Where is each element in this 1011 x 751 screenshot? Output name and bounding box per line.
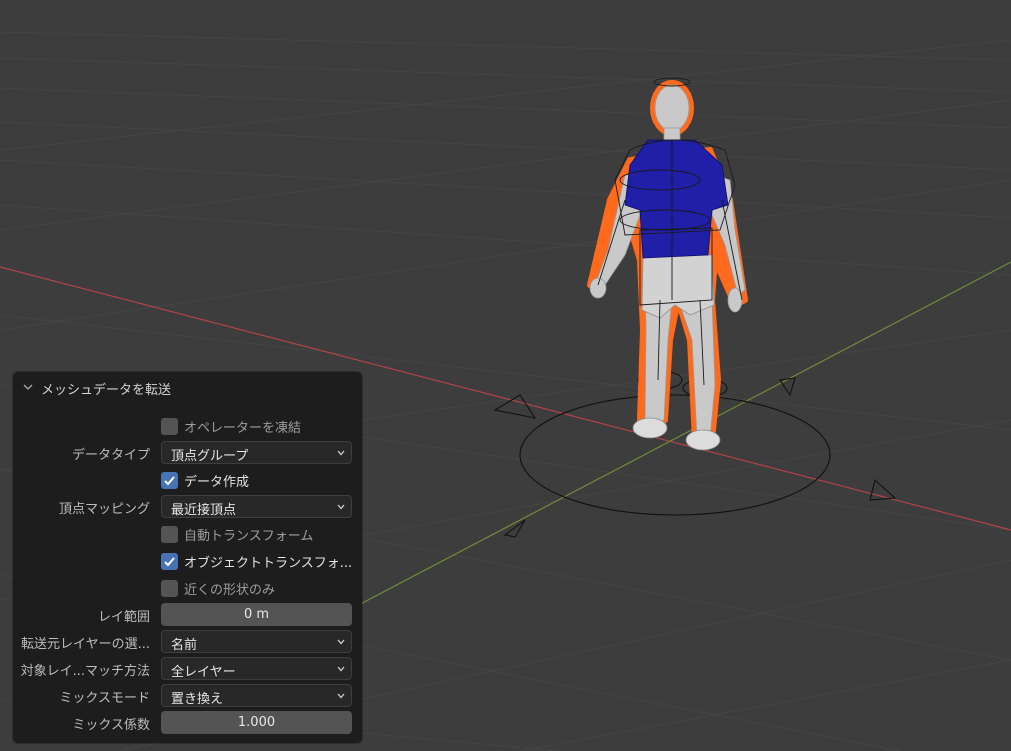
vertex-mapping-label: 頂点マッピング [58, 502, 150, 517]
vertex-mapping-row: 頂点マッピング 最近接頂点 [13, 494, 362, 518]
mix-factor-field[interactable]: 1.000 [161, 711, 352, 734]
layers-select-src-label: 転送元レイヤーの選... [20, 637, 150, 652]
layers-select-src-dropdown[interactable]: 名前 [161, 630, 352, 653]
layers-select-dst-dropdown[interactable]: 全レイヤー [161, 657, 352, 680]
object-transform-label: オブジェクトトランスフォ... [184, 555, 353, 571]
mix-factor-row: ミックス係数 1.000 [13, 710, 362, 734]
create-data-checkbox[interactable]: データ作成 [161, 470, 249, 490]
auto-transform-row: 自動トランスフォーム [13, 521, 362, 545]
layers-select-dst-value: 全レイヤー [171, 665, 236, 680]
check-icon [164, 556, 175, 566]
panel-title: メッシュデータを転送 [41, 383, 172, 398]
auto-transform-label: 自動トランスフォーム [184, 528, 314, 544]
create-data-row: データ作成 [13, 467, 362, 491]
operator-redo-panel: メッシュデータを転送 オペレーターを凍結 データタイプ 頂点グループ データ作成 [13, 372, 362, 743]
create-data-label: データ作成 [184, 474, 250, 490]
only-neighbor-geometry-label: 近くの形状のみ [184, 582, 276, 598]
object-transform-checkbox[interactable]: オブジェクトトランスフォ... [161, 551, 352, 571]
chevron-down-icon[interactable] [22, 381, 34, 393]
vertex-mapping-value: 最近接頂点 [171, 503, 237, 518]
auto-transform-checkbox[interactable]: 自動トランスフォーム [161, 524, 313, 544]
checkbox-box[interactable] [161, 579, 178, 597]
mix-mode-row: ミックスモード 置き換え [13, 683, 362, 707]
vertex-mapping-dropdown[interactable]: 最近接頂点 [161, 495, 352, 518]
freeze-operator-label: オペレーターを凍結 [184, 420, 302, 436]
checkbox-box[interactable] [161, 552, 178, 570]
ray-radius-row: レイ範囲 0 m [13, 602, 362, 626]
data-type-row: データタイプ 頂点グループ [13, 440, 362, 464]
checkbox-box[interactable] [161, 417, 178, 435]
data-type-dropdown[interactable]: 頂点グループ [161, 441, 352, 464]
only-neighbor-geometry-row: 近くの形状のみ [13, 575, 362, 599]
chevron-down-icon [337, 450, 345, 456]
check-icon [164, 475, 175, 485]
ray-radius-label: レイ範囲 [97, 610, 150, 625]
layers-select-dst-label: 対象レイ...マッチ方法 [20, 664, 150, 679]
freeze-operator-checkbox[interactable]: オペレーターを凍結 [161, 416, 301, 436]
layers-select-src-value: 名前 [171, 638, 198, 653]
mix-factor-label: ミックス係数 [72, 718, 150, 733]
mix-mode-dropdown[interactable]: 置き換え [161, 684, 352, 707]
layers-select-src-row: 転送元レイヤーの選... 名前 [13, 629, 362, 653]
checkbox-box[interactable] [161, 471, 178, 489]
chevron-down-icon [337, 666, 345, 672]
checkbox-box[interactable] [161, 525, 178, 543]
data-type-label: データタイプ [71, 448, 150, 463]
only-neighbor-geometry-checkbox[interactable]: 近くの形状のみ [161, 578, 275, 598]
mix-mode-label: ミックスモード [59, 691, 150, 706]
chevron-down-icon [337, 504, 345, 510]
layers-select-dst-row: 対象レイ...マッチ方法 全レイヤー [13, 656, 362, 680]
freeze-operator-row: オペレーターを凍結 [13, 413, 362, 437]
chevron-down-icon [337, 693, 345, 699]
data-type-value: 頂点グループ [171, 449, 249, 464]
mix-mode-value: 置き換え [171, 692, 224, 707]
object-transform-row: オブジェクトトランスフォ... [13, 548, 362, 572]
chevron-down-icon [337, 639, 345, 645]
panel-header[interactable]: メッシュデータを転送 [13, 372, 362, 402]
ray-radius-field[interactable]: 0 m [161, 603, 352, 626]
